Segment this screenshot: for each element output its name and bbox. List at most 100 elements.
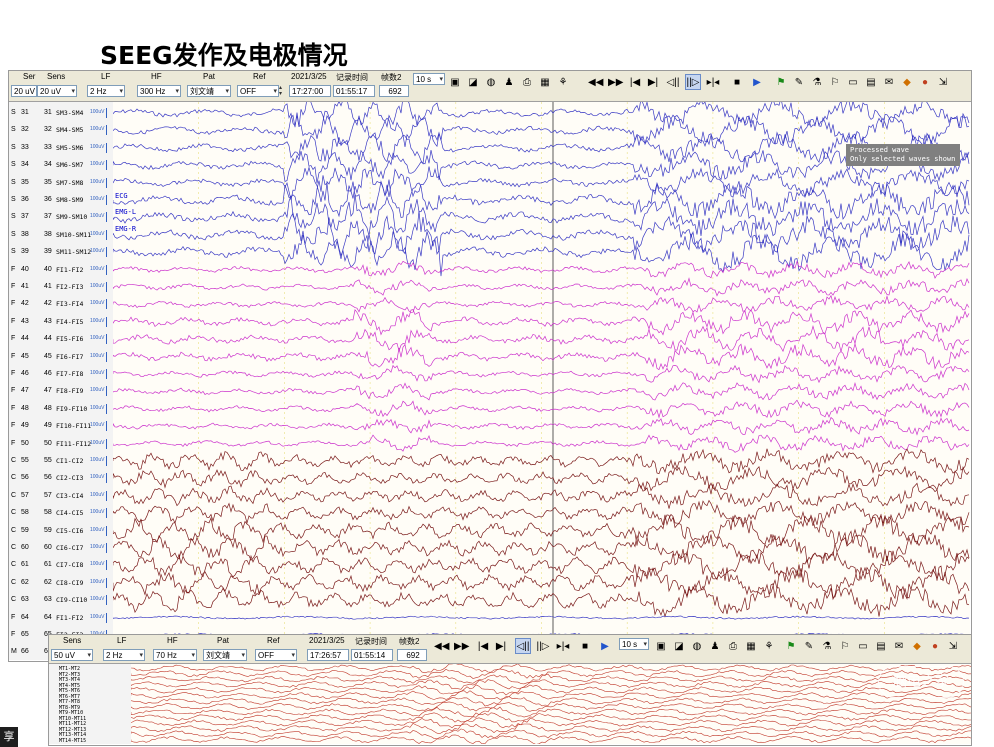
- exit-icon[interactable]: ⇲: [945, 638, 961, 654]
- frame-field[interactable]: 692: [397, 649, 427, 661]
- channel-row[interactable]: 43 43 FI4-FI5 F 100uV: [9, 314, 113, 331]
- skip-start-icon[interactable]: |◀: [475, 638, 491, 654]
- channel-row[interactable]: 48 48 FI9-FI10 F 100uV: [9, 401, 113, 418]
- record-time-field[interactable]: 01:55:17: [333, 85, 375, 97]
- channel-row[interactable]: 45 45 FI6-FI7 F 100uV: [9, 349, 113, 366]
- skip-end-icon[interactable]: ▶|: [493, 638, 509, 654]
- sens-select[interactable]: 50 uV ▾: [51, 649, 93, 661]
- step-back-icon[interactable]: ◁||: [665, 74, 681, 90]
- channel-row[interactable]: 40 40 FI1-FI2 F 100uV: [9, 262, 113, 279]
- channel-row[interactable]: 58 58 CI4-CI5 C 100uV: [9, 505, 113, 522]
- channel-row[interactable]: 44 44 FI5-FI6 F 100uV: [9, 331, 113, 348]
- channel-row[interactable]: 50 50 FI11-FI12 F 100uV: [9, 436, 113, 453]
- globe-icon[interactable]: ◍: [483, 74, 499, 90]
- skip-end-icon[interactable]: ▶|: [645, 74, 661, 90]
- stop-icon[interactable]: ■: [577, 638, 593, 654]
- sens-select[interactable]: 20 uV ▾: [37, 85, 77, 97]
- ruler-icon[interactable]: ▭: [845, 74, 861, 90]
- note-icon[interactable]: ✉: [891, 638, 907, 654]
- map-icon[interactable]: ◆: [899, 74, 915, 90]
- channel-row[interactable]: 35 35 SM7-SM8 S 100uV: [9, 175, 113, 192]
- channel-row[interactable]: 62 62 CI8-CI9 C 100uV: [9, 575, 113, 592]
- stop-icon[interactable]: ■: [729, 74, 745, 90]
- person-icon[interactable]: ♟: [501, 74, 517, 90]
- person-icon[interactable]: ♟: [707, 638, 723, 654]
- time-field[interactable]: 17:26:57: [307, 649, 349, 661]
- save-icon[interactable]: ▣: [653, 638, 669, 654]
- ref-select[interactable]: OFF ▾: [237, 85, 279, 97]
- frame-field[interactable]: 692: [379, 85, 409, 97]
- play-icon[interactable]: ▶: [597, 638, 613, 654]
- channel-row[interactable]: 34 34 SM6-SM7 S 100uV: [9, 157, 113, 174]
- step-back-icon[interactable]: ◁||: [515, 638, 531, 654]
- exit-icon[interactable]: ⇲: [935, 74, 951, 90]
- chart-icon[interactable]: ◪: [671, 638, 687, 654]
- channel-row[interactable]: 32 32 SM4-SM5 S 100uV: [9, 122, 113, 139]
- edit-icon[interactable]: ✎: [801, 638, 817, 654]
- print-icon[interactable]: ⎙: [519, 74, 535, 90]
- color-wheel-icon[interactable]: ●: [917, 74, 933, 90]
- channel-row[interactable]: 59 59 CI5-CI6 C 100uV: [9, 523, 113, 540]
- filter-icon[interactable]: ⚗: [809, 74, 825, 90]
- time-field[interactable]: 17:27:00: [289, 85, 331, 97]
- print-icon[interactable]: ⎙: [725, 638, 741, 654]
- rewind-icon[interactable]: ◀◀: [587, 74, 603, 90]
- montage-icon[interactable]: ⚑: [773, 74, 789, 90]
- channel-row[interactable]: 61 61 CI7-CI8 C 100uV: [9, 557, 113, 574]
- ser-select[interactable]: 20 uV: [11, 85, 37, 97]
- run-icon[interactable]: ⚘: [555, 74, 571, 90]
- channel-row[interactable]: 55 55 CI1-CI2 C 100uV: [9, 453, 113, 470]
- channel-row[interactable]: 47 47 FI8-FI9 F 100uV: [9, 383, 113, 400]
- channel-row[interactable]: 63 63 CI9-CI10 C 100uV: [9, 592, 113, 609]
- patient-select[interactable]: 刘文靖 ▾: [203, 649, 247, 661]
- map-icon[interactable]: ◆: [909, 638, 925, 654]
- channel-row[interactable]: 39 39 SM11-SM12 S 100uV: [9, 244, 113, 261]
- patient-select[interactable]: 刘文靖 ▾: [187, 85, 231, 97]
- export-icon[interactable]: ▦: [743, 638, 759, 654]
- channel-row[interactable]: 37 37 SM9-SM10 S 100uV: [9, 209, 113, 226]
- hf-select[interactable]: 70 Hz ▾: [153, 649, 197, 661]
- channel-row[interactable]: 49 49 FI10-FI11 F 100uV: [9, 418, 113, 435]
- marker-icon[interactable]: ⚐: [837, 638, 853, 654]
- fast-forward-icon[interactable]: ▶▶: [453, 638, 469, 654]
- split-icon[interactable]: ▸|◂: [555, 638, 571, 654]
- channel-row[interactable]: 64 64 FI1-FI2 F 100uV: [9, 610, 113, 627]
- channel-row[interactable]: 41 41 FI2-FI3 F 100uV: [9, 279, 113, 296]
- fast-forward-icon[interactable]: ▶▶: [607, 74, 623, 90]
- export-icon[interactable]: ▦: [537, 74, 553, 90]
- run-icon[interactable]: ⚘: [761, 638, 777, 654]
- color-wheel-icon[interactable]: ●: [927, 638, 943, 654]
- eeg-trace-area[interactable]: ECG EMG-L EMG-R Processed wave Only sele…: [113, 102, 970, 660]
- edit-icon[interactable]: ✎: [791, 74, 807, 90]
- play-icon[interactable]: ▶: [749, 74, 765, 90]
- folder-icon[interactable]: ▤: [873, 638, 889, 654]
- channel-row[interactable]: 36 36 SM8-SM9 S 100uV: [9, 192, 113, 209]
- note-icon[interactable]: ✉: [881, 74, 897, 90]
- split-icon[interactable]: ▸|◂: [705, 74, 721, 90]
- ref-spinner[interactable]: ▴ ▾: [279, 85, 285, 97]
- ruler-icon[interactable]: ▭: [855, 638, 871, 654]
- globe-icon[interactable]: ◍: [689, 638, 705, 654]
- seconds-select[interactable]: 10 s ▾: [413, 73, 445, 85]
- step-forward-icon[interactable]: ||▷: [685, 74, 701, 90]
- folder-icon[interactable]: ▤: [863, 74, 879, 90]
- skip-start-icon[interactable]: |◀: [627, 74, 643, 90]
- chart-icon[interactable]: ◪: [465, 74, 481, 90]
- ref-select[interactable]: OFF ▾: [255, 649, 297, 661]
- channel-row[interactable]: 31 31 SM3-SM4 S 100uV: [9, 105, 113, 122]
- rewind-icon[interactable]: ◀◀: [433, 638, 449, 654]
- channel-row[interactable]: 56 56 CI2-CI3 C 100uV: [9, 470, 113, 487]
- lf-select[interactable]: 2 Hz ▾: [87, 85, 125, 97]
- seconds-select[interactable]: 10 s ▾: [619, 638, 649, 650]
- hf-select[interactable]: 300 Hz ▾: [137, 85, 181, 97]
- channel-row[interactable]: 33 33 SM5-SM6 S 100uV: [9, 140, 113, 157]
- channel-row[interactable]: 38 38 SM10-SM11 S 100uV: [9, 227, 113, 244]
- filter-icon[interactable]: ⚗: [819, 638, 835, 654]
- lf-select[interactable]: 2 Hz ▾: [103, 649, 145, 661]
- marker-icon[interactable]: ⚐: [827, 74, 843, 90]
- save-icon[interactable]: ▣: [447, 74, 463, 90]
- channel-row[interactable]: 60 60 CI6-CI7 C 100uV: [9, 540, 113, 557]
- channel-row[interactable]: 46 46 FI7-FI8 F 100uV: [9, 366, 113, 383]
- step-forward-icon[interactable]: ||▷: [535, 638, 551, 654]
- record-time-field[interactable]: 01:55:14: [351, 649, 393, 661]
